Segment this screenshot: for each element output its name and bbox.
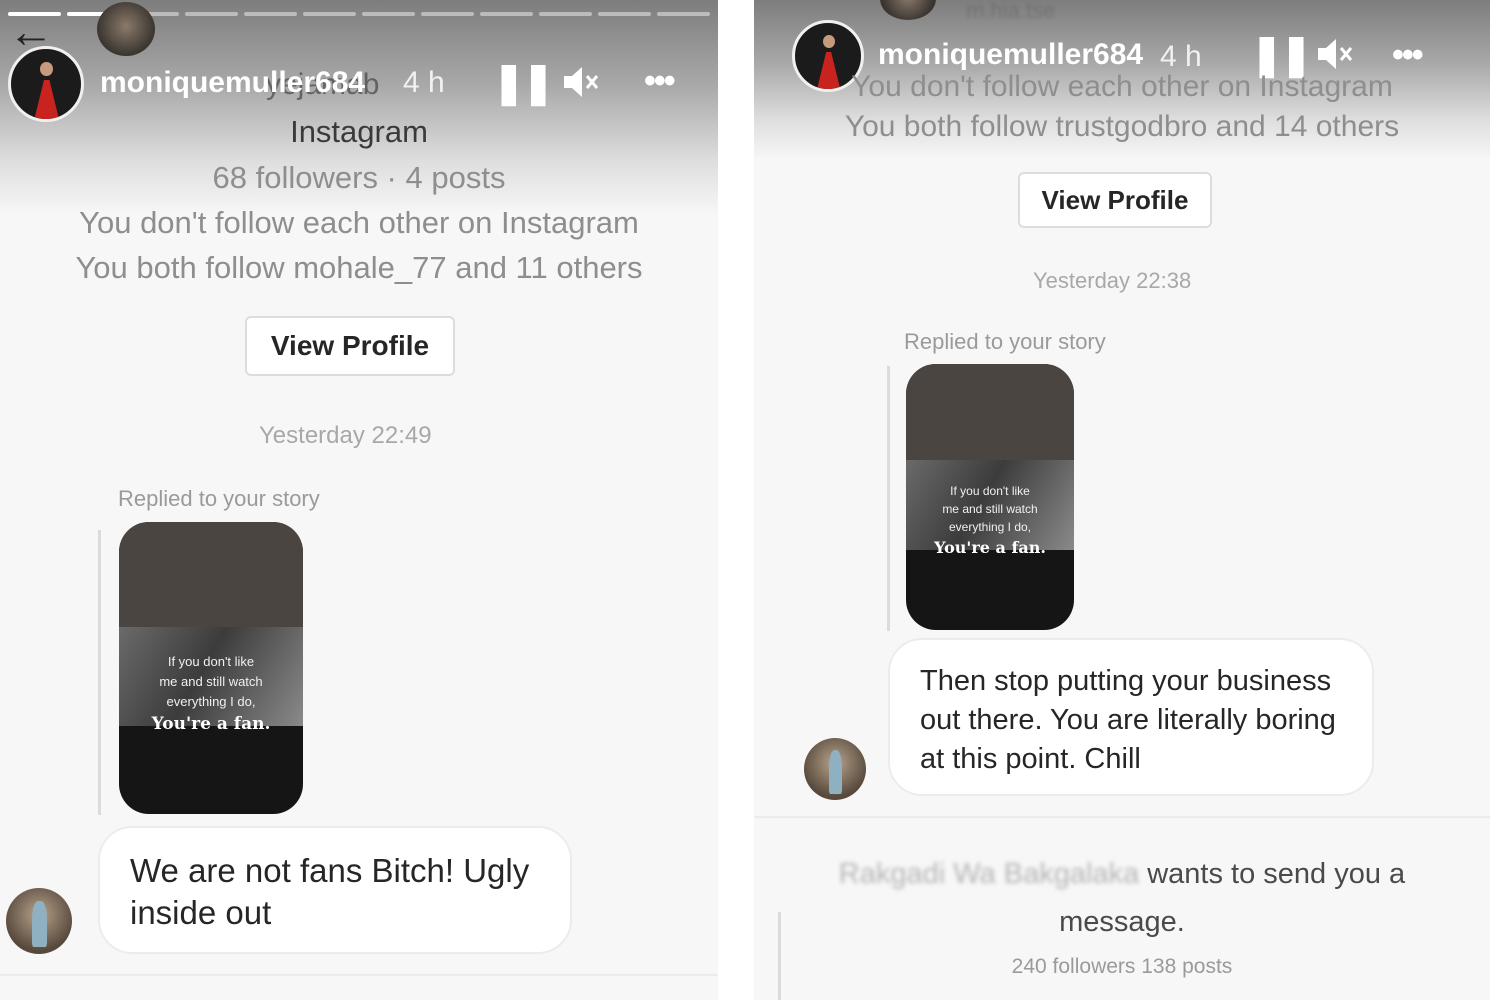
story-username[interactable]: moniquemuller684 <box>878 38 1143 72</box>
request-sender-name: Rakgadi Wa Bakgalaka <box>838 858 1140 890</box>
replied-label: Replied to your story <box>118 486 320 511</box>
story-thumbnail[interactable]: If you don't like me and still watch eve… <box>906 364 1074 630</box>
chat-avatar <box>97 2 155 56</box>
profile-platform: Instagram <box>290 114 428 149</box>
view-profile-button[interactable]: View Profile <box>1018 172 1212 228</box>
reply-rule <box>98 530 101 815</box>
page-margin <box>1490 0 1500 1000</box>
reply-rule <box>887 366 890 631</box>
message-bubble: We are not fans Bitch! Ugly inside out <box>98 826 572 954</box>
mute-icon[interactable] <box>562 64 600 108</box>
profile-stats: 68 followers · 4 posts <box>212 160 506 195</box>
message-timestamp: Yesterday 22:49 <box>259 422 432 449</box>
view-profile-button[interactable]: View Profile <box>245 316 455 376</box>
story-username[interactable]: moniquemuller684 <box>100 66 365 100</box>
replied-label: Replied to your story <box>904 329 1106 354</box>
divider-line <box>0 974 718 976</box>
message-request-banner: Rakgadi Wa Bakgalaka wants to send you a… <box>754 850 1490 946</box>
right-story-screenshot: m.hia.tse moniquemuller684 4 h ❚❚ ••• Yo… <box>754 0 1490 1000</box>
follow-status: You don't follow each other on Instagram <box>851 70 1393 103</box>
follow-status: You don't follow each other on Instagram <box>79 205 639 240</box>
chat-name-behind: m.hia.tse <box>966 0 1056 23</box>
story-text-fan: You're a fan. <box>934 538 1046 557</box>
pause-icon[interactable]: ❚❚ <box>492 60 555 106</box>
story-age: 4 h <box>403 66 445 99</box>
story-text-line: me and still watch <box>942 502 1038 516</box>
story-age: 4 h <box>1160 40 1202 73</box>
profile-avatar[interactable] <box>8 46 84 122</box>
story-text-line: me and still watch <box>159 674 263 689</box>
mutual-followers: You both follow trustgodbro and 14 other… <box>844 110 1400 143</box>
story-text-fan: You're a fan. <box>151 714 271 734</box>
story-text-line: If you don't like <box>167 654 255 669</box>
message-timestamp: Yesterday 22:38 <box>1033 268 1192 293</box>
reply-rule <box>778 912 781 1000</box>
sender-avatar[interactable] <box>6 888 72 954</box>
story-text-line: If you don't like <box>950 484 1030 498</box>
story-text-line: everything I do, <box>948 520 1032 534</box>
story-thumbnail[interactable]: If you don't like me and still watch eve… <box>119 522 303 814</box>
more-options-icon[interactable]: ••• <box>644 62 676 101</box>
request-stats: 240 followers 138 posts <box>1011 955 1233 978</box>
left-story-screenshot: ← yejamab moniquemuller684 4 h ❚❚ ••• In… <box>0 0 718 1000</box>
gap <box>718 0 754 1000</box>
mutual-followers: You both follow mohale_77 and 11 others <box>75 250 643 285</box>
divider-line <box>754 816 1490 818</box>
message-bubble: Then stop putting your business out ther… <box>888 638 1374 796</box>
sender-avatar[interactable] <box>804 738 866 800</box>
story-text-line: everything I do, <box>166 694 256 709</box>
